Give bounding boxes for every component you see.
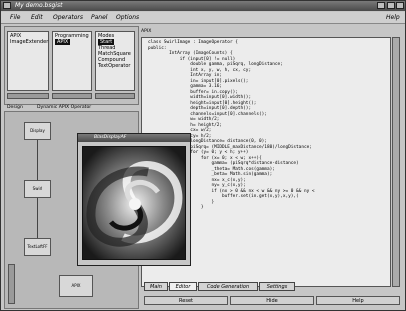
window-title: My demo.bsgist [15,2,63,9]
dynamic-operator-label: Dynamic APIX Operator [37,105,92,110]
category-list[interactable]: APIX ImageExtender [7,31,49,91]
close-icon[interactable] [396,2,404,9]
graph-node-swirl[interactable]: Swirl [24,180,51,198]
graph-node-display[interactable]: Display [24,122,51,140]
image-display-window[interactable]: BlasDisplayAF [77,133,191,266]
menu-edit[interactable]: Edit [31,14,43,21]
menu-bar: File Edit Operators Panel Options Help [1,12,405,24]
menu-operators[interactable]: Operators [53,14,83,21]
graph-node-apix[interactable]: APIX [59,275,93,297]
maximize-icon[interactable] [387,2,395,9]
operator-browser: APIX ImageExtender Programming APIX Mode… [4,26,139,105]
menu-options[interactable]: Options [116,14,139,21]
window-menu-icon[interactable] [3,2,11,9]
application-window: My demo.bsgist File Edit Operators Panel… [0,0,406,311]
editor-vertical-scrollbar[interactable] [392,37,400,287]
swirl-artwork [83,147,185,259]
help-button[interactable]: Help [316,296,400,305]
reset-button[interactable]: Reset [144,296,228,305]
list-item[interactable]: TextOperator [98,63,131,69]
tab-main[interactable]: Main [144,282,168,291]
swirl-image [82,146,186,260]
title-bar: My demo.bsgist [1,1,405,11]
hide-button[interactable]: Hide [230,296,314,305]
list-item-selected[interactable]: APIX [55,39,71,45]
vertical-scrollbar[interactable] [8,264,15,304]
group-list[interactable]: Programming APIX [52,31,92,91]
tab-code-generation[interactable]: Code Generation [198,282,258,291]
menu-panel[interactable]: Panel [91,14,107,21]
connector-line [37,198,38,238]
graph-node-textloft[interactable]: TextLoftFF [24,238,51,256]
menu-help[interactable]: Help [386,14,400,21]
menu-file[interactable]: File [10,14,20,21]
operator-list[interactable]: Modes Start Thread MatchSquare Compound … [95,31,135,91]
design-label: Design [7,105,23,110]
image-window-titlebar[interactable]: BlasDisplayAF [78,134,190,142]
editor-label: APIX [141,29,152,34]
horizontal-scrollbar[interactable] [52,93,92,99]
tab-settings[interactable]: Settings [259,282,295,291]
horizontal-scrollbar[interactable] [7,93,49,99]
list-item[interactable]: ImageExtender [10,39,48,45]
tab-editor[interactable]: Editor [169,282,197,291]
connector-line [37,140,38,180]
image-window-title: BlasDisplayAF [94,135,127,140]
horizontal-scrollbar[interactable] [95,93,135,99]
minimize-icon[interactable] [377,2,385,9]
